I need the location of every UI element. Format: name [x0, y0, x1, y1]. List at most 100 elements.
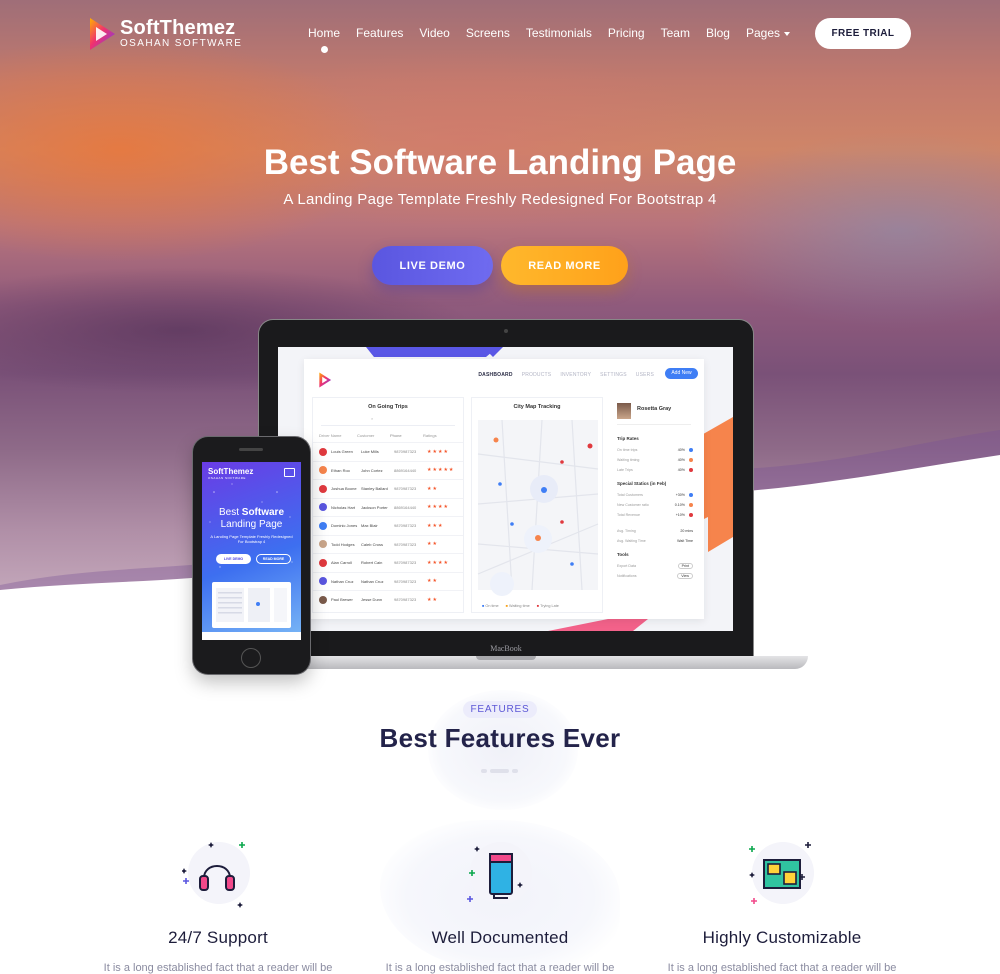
nav-item-testimonials[interactable]: Testimonials [526, 26, 592, 40]
phone-read-more-button[interactable]: READ MORE [256, 554, 291, 564]
chevron-down-icon [784, 31, 791, 36]
table-row[interactable]: Nicholas Hart Jackson Porter 8869164440 ★★★… [313, 497, 463, 517]
nav-item-pricing[interactable]: Pricing [608, 26, 645, 40]
dash-nav-inventory[interactable]: INVENTORY [560, 372, 591, 378]
stats-divider [617, 424, 691, 425]
legend-waiting: Waiting time [509, 604, 530, 608]
tool-button[interactable]: View [677, 573, 693, 579]
trip-phone: 8869164440 [394, 467, 417, 473]
table-row[interactable]: Nathan Cruz Nathan Cruz 9870987323 ★★ [313, 571, 463, 591]
phone-menu-icon[interactable] [284, 468, 295, 477]
stat-row: Avg. Timing 20 mins [617, 526, 693, 536]
dash-nav-products[interactable]: PRODUCTS [522, 372, 552, 378]
nav-item-pages-label: Pages [745, 26, 781, 40]
nav-item-blog[interactable]: Blog [706, 26, 730, 40]
phone-subtitle: A Landing Page Template Freshly Redesign… [210, 534, 293, 544]
nav-item-screens[interactable]: Screens [466, 26, 510, 40]
trip-customer: Jackson Porter [361, 504, 388, 510]
features-badge: FEATURES [463, 701, 537, 718]
feature-card-support: 24/7 Support It is a long established fa… [98, 838, 338, 974]
phone-live-demo-button[interactable]: LIVE DEMO [216, 554, 251, 564]
stat-value: 40% [677, 448, 685, 452]
stat-value: 20 mins [680, 529, 693, 533]
trips-search-input[interactable]: ⌕ [321, 416, 455, 426]
book-icon [464, 838, 536, 910]
nav-item-pages[interactable]: Pages [745, 26, 791, 40]
table-row[interactable]: Alan Carroll Robert Cain 9870987323 ★★★★ [313, 553, 463, 572]
trip-customer: Max Blair [361, 523, 378, 529]
dash-nav-users[interactable]: USERS [636, 372, 654, 378]
feature-text-documented: It is a long established fact that a rea… [385, 962, 615, 974]
trip-driver: Joshua Boone [331, 486, 357, 492]
nav-item-video[interactable]: Video [419, 26, 449, 40]
table-row[interactable]: Joshua Boone Stanley Ballard 9870987323 ★★ [313, 479, 463, 498]
table-row[interactable]: Louis Green Luke Mills 9870987323 ★★★★ [313, 442, 463, 461]
table-row[interactable]: Todd Hodges Caleb Cross 9870987323 ★★ [313, 534, 463, 554]
hero-subtitle: A Landing Page Template Freshly Redesign… [283, 191, 717, 208]
live-demo-button[interactable]: LIVE DEMO [372, 246, 493, 285]
nav-item-team[interactable]: Team [661, 26, 690, 40]
trip-driver: Nicholas Hart [331, 504, 356, 510]
feature-name-support: 24/7 Support [168, 928, 268, 947]
avatar [319, 484, 327, 493]
trip-driver: Nathan Cruz [331, 578, 354, 584]
trip-phone: 9870987323 [394, 560, 417, 566]
avatar [319, 466, 327, 475]
nav-item-features[interactable]: Features [356, 26, 403, 40]
dashboard-window: DASHBOARD PRODUCTS INVENTORY SETTINGS US… [304, 359, 704, 619]
stat-label: Waiting timing [617, 458, 640, 462]
th-ratings: Ratings [423, 432, 437, 438]
hero-title-post: Landing Page [497, 143, 737, 182]
status-dot [689, 458, 693, 462]
brand-logo[interactable]: SoftThemez OSAHAN SOFTWARE [88, 17, 242, 51]
trip-customer: Robert Cain [361, 560, 383, 566]
trip-driver: Paul Brewer [331, 597, 353, 603]
feature-card-documented: Well Documented It is a long established… [380, 838, 620, 974]
city-map[interactable] [472, 414, 604, 610]
map-panel: City Map Tracking ■ On time ■ Waiting ti… [471, 397, 603, 613]
trip-rating: ★★★★★ [427, 467, 455, 474]
feature-name-customizable: Highly Customizable [702, 928, 862, 947]
trip-rating: ★★★ [427, 522, 444, 529]
table-row[interactable]: Paul Brewer Jesse Dunn 9870987323 ★★ [313, 590, 463, 609]
trip-rating: ★★ [427, 578, 438, 585]
dash-add-new-button[interactable]: Add New [665, 368, 698, 379]
stat-row: On time trips 40% [617, 445, 693, 455]
dash-nav-settings[interactable]: SETTINGS [600, 372, 627, 378]
phone-logo: SoftThemez OSAHAN SOFTWARE [208, 467, 253, 480]
trip-rating: ★★★★ [427, 448, 449, 455]
trip-rating: ★★★★ [427, 559, 449, 566]
tool-button[interactable]: Print [677, 563, 693, 569]
dash-nav-dashboard[interactable]: DASHBOARD [478, 372, 512, 378]
stats-panel: Rosetta Gray Trip Rates On time trips 40% W… [609, 397, 697, 613]
tools-title: Tools [617, 552, 629, 557]
feature-card-customizable: Highly Customizable It is a long establi… [662, 838, 902, 974]
laptop-mockup: DASHBOARD PRODUCTS INVENTORY SETTINGS US… [259, 320, 753, 658]
stat-row: Notifications View [617, 571, 693, 581]
stat-label: New Customer ratio [617, 503, 649, 507]
stat-value: 40% [677, 468, 685, 472]
feature-text-customizable: It is a long established fact that a rea… [667, 962, 897, 974]
stat-row: Waiting timing 40% [617, 455, 693, 465]
avatar [319, 558, 327, 567]
brand-subtitle: OSAHAN SOFTWARE [120, 38, 243, 49]
features-title: Best Features Ever [379, 723, 621, 753]
phone-home-button[interactable] [241, 648, 261, 668]
th-phone: Phone [390, 432, 402, 438]
read-more-button[interactable]: READ MORE [501, 246, 628, 285]
free-trial-button[interactable]: FREE TRIAL [815, 18, 911, 49]
phone-dashboard-preview [212, 582, 291, 628]
laptop-screen: DASHBOARD PRODUCTS INVENTORY SETTINGS US… [278, 347, 733, 631]
trip-rates-title: Trip Rates [617, 436, 639, 441]
hero-title-bold: Software [349, 143, 498, 182]
stat-label: Avg. Waiting Time [617, 539, 646, 543]
trip-driver: Louis Green [331, 449, 353, 455]
brand-name: SoftThemez [120, 17, 236, 39]
table-row[interactable]: Ethan Roo John Cortez 8869164440 ★★★★★ [313, 460, 463, 480]
table-row[interactable]: Dominic Jones Max Blair 9870987323 ★★★ [313, 516, 463, 535]
nav-item-home[interactable]: Home [308, 26, 340, 53]
main-nav: Home Features Video Screens Testimonials… [300, 26, 798, 53]
trips-panel: On Going Trips ⌕ Driver Name Customer Ph… [312, 397, 464, 613]
phone-logo-name: SoftThemez [208, 467, 254, 476]
phone-mockup: SoftThemez OSAHAN SOFTWARE Best Software… [193, 437, 310, 674]
